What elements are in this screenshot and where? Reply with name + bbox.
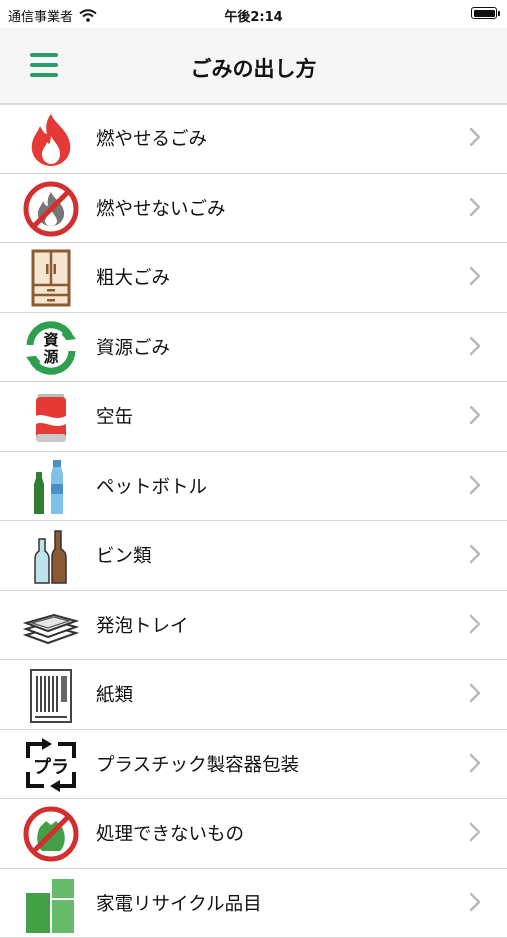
list-item-paper[interactable]: 紙類 — [0, 660, 507, 730]
svg-text:源: 源 — [43, 348, 58, 366]
prohibited-bag-icon — [22, 805, 80, 863]
list-item-pet-bottle[interactable]: ペットボトル — [0, 452, 507, 522]
chevron-right-icon — [469, 753, 481, 773]
garbage-category-list: 燃やせるごみ 燃やせないごみ 粗大ごみ — [0, 104, 507, 938]
status-bar: 通信事業者 午後2:14 — [0, 0, 507, 28]
recycle-resource-icon: 資 源 — [22, 319, 80, 377]
pet-bottle-icon — [22, 458, 80, 516]
chevron-right-icon — [469, 405, 481, 425]
item-label: ペットボトル — [96, 473, 207, 499]
item-label: 空缶 — [96, 403, 133, 429]
chevron-right-icon — [469, 892, 481, 912]
item-label: 発泡トレイ — [96, 612, 189, 638]
svg-text:資: 資 — [43, 331, 58, 349]
item-label: ビン類 — [96, 542, 152, 568]
item-label: 燃やせないごみ — [96, 195, 226, 221]
chevron-right-icon — [469, 822, 481, 842]
foam-tray-icon — [22, 597, 80, 655]
svg-text:プラ: プラ — [33, 756, 69, 778]
item-label: 紙類 — [96, 681, 133, 707]
list-item-non-burnable[interactable]: 燃やせないごみ — [0, 174, 507, 244]
list-item-glass-bottle[interactable]: ビン類 — [0, 521, 507, 591]
navigation-bar: ごみの出し方 — [0, 28, 507, 105]
list-item-plastic-packaging[interactable]: プラ プラスチック製容器包装 — [0, 730, 507, 800]
chevron-right-icon — [469, 683, 481, 703]
list-item-can[interactable]: 空缶 — [0, 382, 507, 452]
page-title: ごみの出し方 — [0, 53, 507, 83]
plastic-mark-icon: プラ — [22, 736, 80, 794]
appliance-icon — [22, 875, 80, 933]
status-time: 午後2:14 — [0, 6, 507, 25]
item-label: 処理できないもの — [96, 820, 244, 846]
list-item-oversized[interactable]: 粗大ごみ — [0, 243, 507, 313]
item-label: 粗大ごみ — [96, 264, 170, 290]
glass-bottle-icon — [22, 527, 80, 585]
chevron-right-icon — [469, 544, 481, 564]
cabinet-icon — [22, 249, 80, 307]
item-label: 燃やせるごみ — [96, 125, 207, 151]
chevron-right-icon — [469, 336, 481, 356]
chevron-right-icon — [469, 197, 481, 217]
item-label: 家電リサイクル品目 — [96, 890, 262, 916]
chevron-right-icon — [469, 266, 481, 286]
fire-icon — [22, 110, 80, 168]
paper-icon — [22, 666, 80, 724]
chevron-right-icon — [469, 614, 481, 634]
chevron-right-icon — [469, 475, 481, 495]
list-item-resource[interactable]: 資 源 資源ごみ — [0, 313, 507, 383]
list-item-home-appliance[interactable]: 家電リサイクル品目 — [0, 869, 507, 938]
chevron-right-icon — [469, 127, 481, 147]
can-icon — [22, 388, 80, 446]
item-label: 資源ごみ — [96, 334, 170, 360]
list-item-foam-tray[interactable]: 発泡トレイ — [0, 591, 507, 661]
item-label: プラスチック製容器包装 — [96, 751, 299, 777]
list-item-not-processable[interactable]: 処理できないもの — [0, 799, 507, 869]
list-item-burnable[interactable]: 燃やせるごみ — [0, 104, 507, 174]
no-fire-icon — [22, 180, 80, 238]
battery-icon — [471, 7, 497, 19]
